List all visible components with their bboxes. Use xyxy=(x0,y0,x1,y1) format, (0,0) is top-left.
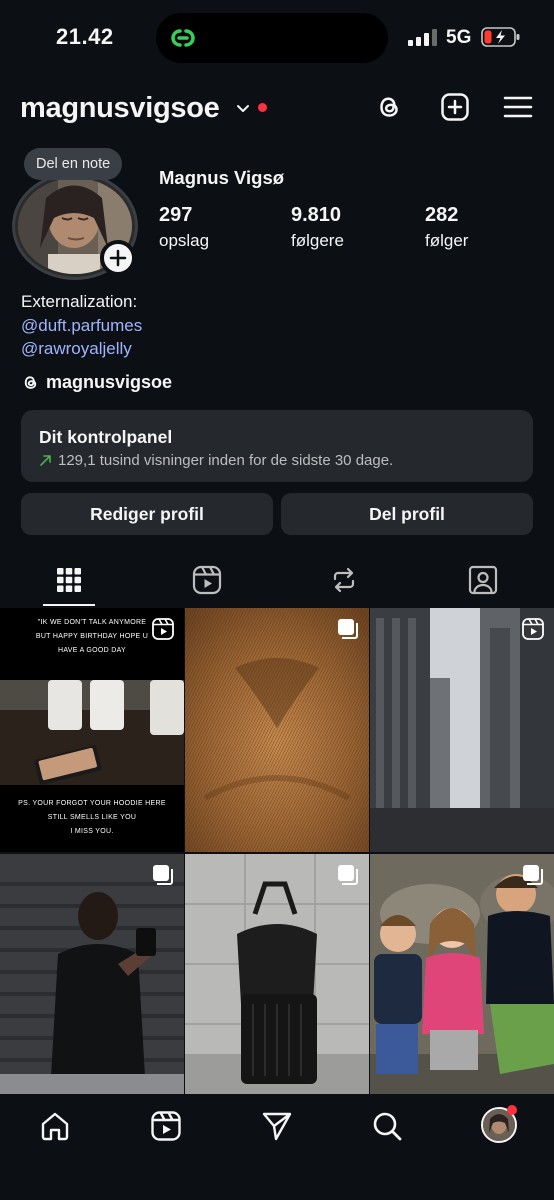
stat-label: følgere xyxy=(291,231,344,250)
account-switcher[interactable]: magnusvigsoe xyxy=(20,92,220,125)
note-bubble[interactable]: Del en note xyxy=(24,148,123,180)
add-story-button[interactable] xyxy=(100,240,136,276)
reel-icon xyxy=(522,618,544,640)
reels-icon xyxy=(192,565,222,595)
professional-dashboard[interactable]: Dit kontrolpanel 129,1 tusind visninger … xyxy=(21,410,533,482)
stat-following[interactable]: 282 følger xyxy=(425,204,468,251)
share-profile-button[interactable]: Del profil xyxy=(281,493,533,535)
dashboard-subtitle: 129,1 tusind visninger inden for de sids… xyxy=(39,452,515,469)
home-icon[interactable] xyxy=(39,1110,71,1142)
stat-value: 9.810 xyxy=(291,204,342,226)
search-icon[interactable] xyxy=(371,1110,403,1142)
grid-post[interactable] xyxy=(185,854,369,1094)
post-caption-bottom: PS. YOUR FORGOT YOUR HOODIE HERE STILL S… xyxy=(0,785,184,852)
post-image xyxy=(185,608,369,852)
threads-handle: magnusvigsoe xyxy=(46,372,173,392)
stat-posts[interactable]: 297 opslag xyxy=(159,204,209,251)
posts-grid: "IK WE DON'T TALK ANYMORE BUT HAPPY BIRT… xyxy=(0,608,554,1094)
grid-icon xyxy=(57,568,81,592)
new-post-icon[interactable] xyxy=(440,92,470,122)
tab-reels[interactable] xyxy=(179,560,235,600)
reels-icon[interactable] xyxy=(150,1110,182,1142)
repost-icon xyxy=(333,567,355,593)
stat-value: 282 xyxy=(425,204,459,226)
status-bar: 21.42 5G xyxy=(0,0,554,78)
plus-icon xyxy=(109,249,127,267)
post-text-line: I MISS YOU. xyxy=(70,828,114,835)
network-type: 5G xyxy=(446,27,472,48)
edit-profile-button[interactable]: Rediger profil xyxy=(21,493,273,535)
bio-link[interactable]: @rawroyaljelly xyxy=(21,337,142,361)
battery-icon xyxy=(481,27,520,47)
threads-icon[interactable] xyxy=(374,92,404,122)
reel-icon xyxy=(152,618,174,640)
link-icon xyxy=(171,29,195,47)
status-time: 21.42 xyxy=(56,24,114,49)
menu-icon[interactable] xyxy=(503,92,533,122)
bio-text: Externalization: xyxy=(21,292,138,311)
post-image xyxy=(0,680,184,785)
post-image xyxy=(370,608,554,852)
post-image xyxy=(370,854,554,1094)
notification-dot xyxy=(258,103,267,112)
trend-up-icon xyxy=(40,455,51,466)
chevron-down-icon[interactable] xyxy=(236,104,250,114)
tab-reposts[interactable] xyxy=(316,560,372,600)
bio-link[interactable]: @duft.parfumes xyxy=(21,314,142,338)
carousel-icon xyxy=(153,865,173,885)
dashboard-title: Dit kontrolpanel xyxy=(39,427,173,447)
grid-post[interactable] xyxy=(0,854,184,1094)
grid-post[interactable]: "IK WE DON'T TALK ANYMORE BUT HAPPY BIRT… xyxy=(0,608,184,852)
grid-post[interactable] xyxy=(185,608,369,852)
post-text-line: PS. YOUR FORGOT YOUR HOODIE HERE xyxy=(18,800,166,807)
send-icon[interactable] xyxy=(261,1110,293,1142)
full-name: Magnus Vigsø xyxy=(159,167,285,188)
bio: Externalization: @duft.parfumes @rawroya… xyxy=(21,290,142,361)
stat-followers[interactable]: 9.810 følgere xyxy=(291,204,344,251)
profile-notification-dot xyxy=(507,1105,517,1115)
dashboard-views: 129,1 tusind visninger inden for de sids… xyxy=(58,452,394,469)
stat-value: 297 xyxy=(159,204,193,226)
post-text-line: HAVE A GOOD DAY xyxy=(57,647,127,654)
carousel-icon xyxy=(338,619,358,639)
active-tab-indicator xyxy=(43,604,95,606)
profile-header: magnusvigsoe xyxy=(0,84,554,136)
grid-post[interactable] xyxy=(370,608,554,852)
post-image xyxy=(185,854,369,1094)
threads-icon xyxy=(24,376,37,389)
tab-posts-grid[interactable] xyxy=(41,560,97,600)
grid-post[interactable] xyxy=(370,854,554,1094)
bottom-navigation xyxy=(0,1094,554,1200)
stat-label: følger xyxy=(425,231,469,250)
post-text-line: STILL SMELLS LIKE YOU xyxy=(47,814,137,821)
threads-profile-link[interactable]: magnusvigsoe xyxy=(21,372,172,393)
tagged-icon xyxy=(468,565,498,595)
carousel-icon xyxy=(523,865,543,885)
stat-label: opslag xyxy=(159,231,210,250)
tab-tagged[interactable] xyxy=(455,560,511,600)
signal-icon xyxy=(408,28,437,46)
post-image xyxy=(0,854,184,1094)
carousel-icon xyxy=(338,865,358,885)
dynamic-island xyxy=(156,13,388,63)
content-tabs xyxy=(0,560,554,608)
